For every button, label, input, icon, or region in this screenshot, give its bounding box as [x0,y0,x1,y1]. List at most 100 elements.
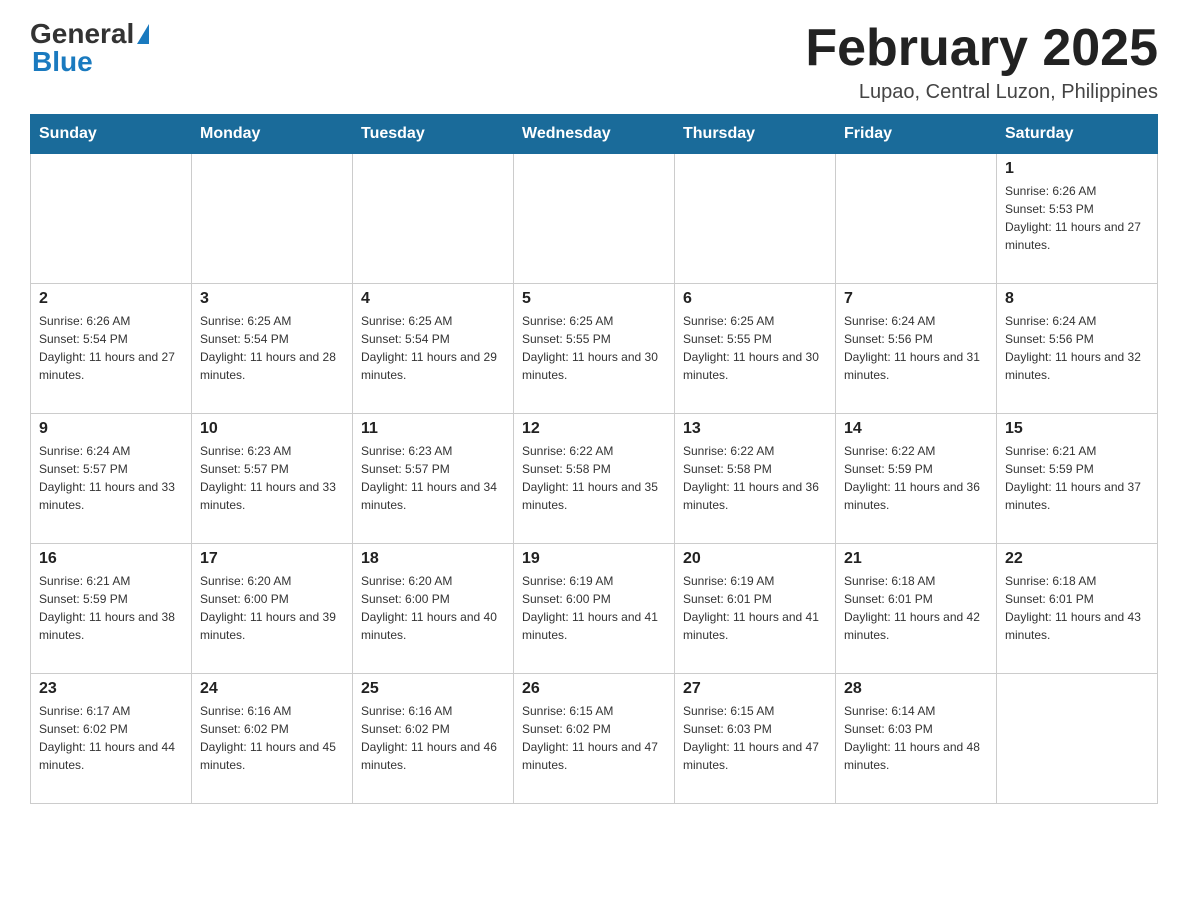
day-info-15: Sunrise: 6:21 AM Sunset: 5:59 PM Dayligh… [1005,442,1149,514]
logo: General Blue [30,20,149,78]
header-tuesday: Tuesday [353,115,514,154]
calendar-week-2: 2 Sunrise: 6:26 AM Sunset: 5:54 PM Daylig… [31,284,1158,414]
day-info-4: Sunrise: 6:25 AM Sunset: 5:54 PM Dayligh… [361,312,505,384]
day-number-24: 24 [200,680,344,698]
day-number-27: 27 [683,680,827,698]
header-monday: Monday [192,115,353,154]
table-row [31,154,192,284]
table-row: 22 Sunrise: 6:18 AM Sunset: 6:01 PM Dayli… [997,544,1158,674]
day-info-13: Sunrise: 6:22 AM Sunset: 5:58 PM Dayligh… [683,442,827,514]
day-info-8: Sunrise: 6:24 AM Sunset: 5:56 PM Dayligh… [1005,312,1149,384]
day-info-21: Sunrise: 6:18 AM Sunset: 6:01 PM Dayligh… [844,572,988,644]
calendar-week-4: 16Sunrise: 6:21 AM Sunset: 5:59 PM Dayli… [31,544,1158,674]
table-row: 19 Sunrise: 6:19 AM Sunset: 6:00 PM Dayli… [514,544,675,674]
day-number-26: 26 [522,680,666,698]
table-row: 15 Sunrise: 6:21 AM Sunset: 5:59 PM Dayli… [997,414,1158,544]
header-wednesday: Wednesday [514,115,675,154]
table-row: 1 Sunrise: 6:26 AM Sunset: 5:53 PM Daylig… [997,154,1158,284]
day-info-22: Sunrise: 6:18 AM Sunset: 6:01 PM Dayligh… [1005,572,1149,644]
day-number-9: 9 [39,420,183,438]
day-info-16: Sunrise: 6:21 AM Sunset: 5:59 PM Dayligh… [39,572,183,644]
table-row [675,154,836,284]
day-info-14: Sunrise: 6:22 AM Sunset: 5:59 PM Dayligh… [844,442,988,514]
calendar-subtitle: Lupao, Central Luzon, Philippines [805,81,1158,104]
day-number-4: 4 [361,290,505,308]
day-info-6: Sunrise: 6:25 AM Sunset: 5:55 PM Dayligh… [683,312,827,384]
calendar-title: February 2025 [805,20,1158,77]
calendar-week-1: 1 Sunrise: 6:26 AM Sunset: 5:53 PM Daylig… [31,154,1158,284]
day-number-2: 2 [39,290,183,308]
day-info-2: Sunrise: 6:26 AM Sunset: 5:54 PM Dayligh… [39,312,183,384]
logo-general-text: General [30,20,134,48]
day-number-5: 5 [522,290,666,308]
table-row: 18Sunrise: 6:20 AM Sunset: 6:00 PM Dayli… [353,544,514,674]
day-number-19: 19 [522,550,666,568]
table-row: 7 Sunrise: 6:24 AM Sunset: 5:56 PM Daylig… [836,284,997,414]
table-row: 12 Sunrise: 6:22 AM Sunset: 5:58 PM Dayli… [514,414,675,544]
table-row: 25Sunrise: 6:16 AM Sunset: 6:02 PM Dayli… [353,674,514,804]
logo-triangle-icon [137,24,149,44]
calendar-week-3: 9Sunrise: 6:24 AM Sunset: 5:57 PM Daylig… [31,414,1158,544]
day-number-7: 7 [844,290,988,308]
title-section: February 2025 Lupao, Central Luzon, Phil… [805,20,1158,104]
day-number-13: 13 [683,420,827,438]
table-row [836,154,997,284]
table-row: 2 Sunrise: 6:26 AM Sunset: 5:54 PM Daylig… [31,284,192,414]
table-row [192,154,353,284]
day-info-26: Sunrise: 6:15 AM Sunset: 6:02 PM Dayligh… [522,702,666,774]
calendar-week-5: 23 Sunrise: 6:17 AM Sunset: 6:02 PM Dayli… [31,674,1158,804]
day-info-24: Sunrise: 6:16 AM Sunset: 6:02 PM Dayligh… [200,702,344,774]
day-number-11: 11 [361,420,505,438]
logo-blue-text: Blue [32,46,93,78]
table-row: 8 Sunrise: 6:24 AM Sunset: 5:56 PM Daylig… [997,284,1158,414]
day-info-23: Sunrise: 6:17 AM Sunset: 6:02 PM Dayligh… [39,702,183,774]
table-row: 9Sunrise: 6:24 AM Sunset: 5:57 PM Daylig… [31,414,192,544]
header-sunday: Sunday [31,115,192,154]
day-number-22: 22 [1005,550,1149,568]
day-info-12: Sunrise: 6:22 AM Sunset: 5:58 PM Dayligh… [522,442,666,514]
header-friday: Friday [836,115,997,154]
table-row [997,674,1158,804]
day-info-3: Sunrise: 6:25 AM Sunset: 5:54 PM Dayligh… [200,312,344,384]
day-info-28: Sunrise: 6:14 AM Sunset: 6:03 PM Dayligh… [844,702,988,774]
day-number-15: 15 [1005,420,1149,438]
table-row: 13 Sunrise: 6:22 AM Sunset: 5:58 PM Dayli… [675,414,836,544]
day-info-20: Sunrise: 6:19 AM Sunset: 6:01 PM Dayligh… [683,572,827,644]
day-number-12: 12 [522,420,666,438]
day-info-19: Sunrise: 6:19 AM Sunset: 6:00 PM Dayligh… [522,572,666,644]
table-row: 20 Sunrise: 6:19 AM Sunset: 6:01 PM Dayli… [675,544,836,674]
day-info-11: Sunrise: 6:23 AM Sunset: 5:57 PM Dayligh… [361,442,505,514]
day-number-10: 10 [200,420,344,438]
table-row: 26 Sunrise: 6:15 AM Sunset: 6:02 PM Dayli… [514,674,675,804]
table-row: 27 Sunrise: 6:15 AM Sunset: 6:03 PM Dayli… [675,674,836,804]
day-info-18: Sunrise: 6:20 AM Sunset: 6:00 PM Dayligh… [361,572,505,644]
table-row: 14 Sunrise: 6:22 AM Sunset: 5:59 PM Dayli… [836,414,997,544]
table-row: 21 Sunrise: 6:18 AM Sunset: 6:01 PM Dayli… [836,544,997,674]
table-row: 5 Sunrise: 6:25 AM Sunset: 5:55 PM Daylig… [514,284,675,414]
day-info-7: Sunrise: 6:24 AM Sunset: 5:56 PM Dayligh… [844,312,988,384]
day-number-28: 28 [844,680,988,698]
day-number-14: 14 [844,420,988,438]
day-number-17: 17 [200,550,344,568]
day-info-25: Sunrise: 6:16 AM Sunset: 6:02 PM Dayligh… [361,702,505,774]
day-number-6: 6 [683,290,827,308]
table-row: 24 Sunrise: 6:16 AM Sunset: 6:02 PM Dayli… [192,674,353,804]
day-info-10: Sunrise: 6:23 AM Sunset: 5:57 PM Dayligh… [200,442,344,514]
day-number-3: 3 [200,290,344,308]
day-info-1: Sunrise: 6:26 AM Sunset: 5:53 PM Dayligh… [1005,182,1149,254]
day-number-23: 23 [39,680,183,698]
table-row: 3 Sunrise: 6:25 AM Sunset: 5:54 PM Daylig… [192,284,353,414]
day-number-1: 1 [1005,160,1149,178]
calendar-table: Sunday Monday Tuesday Wednesday Thursday… [30,114,1158,804]
day-number-8: 8 [1005,290,1149,308]
calendar-header-row: Sunday Monday Tuesday Wednesday Thursday… [31,115,1158,154]
day-info-27: Sunrise: 6:15 AM Sunset: 6:03 PM Dayligh… [683,702,827,774]
table-row: 4 Sunrise: 6:25 AM Sunset: 5:54 PM Daylig… [353,284,514,414]
table-row: 17Sunrise: 6:20 AM Sunset: 6:00 PM Dayli… [192,544,353,674]
day-number-21: 21 [844,550,988,568]
table-row: 6 Sunrise: 6:25 AM Sunset: 5:55 PM Daylig… [675,284,836,414]
table-row: 23 Sunrise: 6:17 AM Sunset: 6:02 PM Dayli… [31,674,192,804]
day-info-5: Sunrise: 6:25 AM Sunset: 5:55 PM Dayligh… [522,312,666,384]
table-row: 10 Sunrise: 6:23 AM Sunset: 5:57 PM Dayli… [192,414,353,544]
day-number-20: 20 [683,550,827,568]
